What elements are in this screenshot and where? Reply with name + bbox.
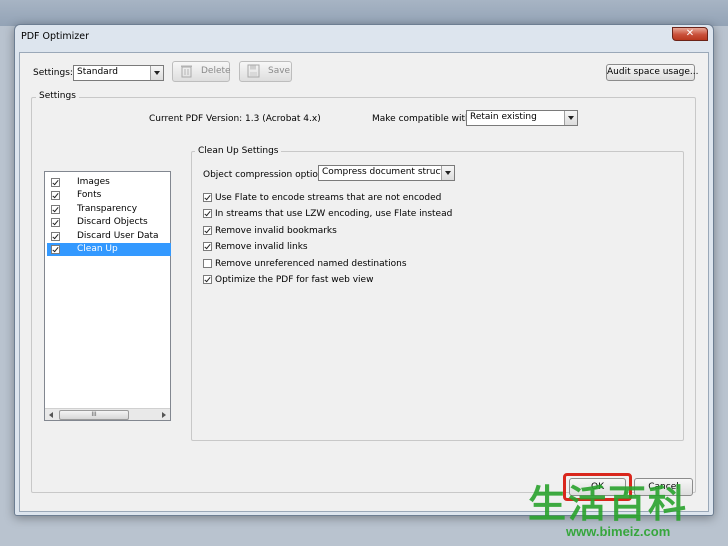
clean-up-checkbox[interactable] [51, 245, 60, 254]
settings-preset-value: Standard [77, 67, 118, 77]
dialog-client-area: Settings: Standard Delete Save Audit spa… [19, 52, 709, 512]
compat-value: Retain existing [470, 112, 537, 122]
scroll-thumb[interactable]: III [59, 410, 129, 420]
scroll-right-icon[interactable] [158, 410, 169, 420]
use-flate-checkbox[interactable] [203, 193, 212, 202]
settings-preset-select[interactable]: Standard [73, 65, 164, 81]
remove-invalid-links-checkbox[interactable] [203, 242, 212, 251]
delete-label: Delete [201, 66, 231, 76]
compat-select[interactable]: Retain existing [466, 110, 578, 126]
list-item-label: Clean Up [77, 244, 118, 254]
settings-label: Settings: [33, 68, 73, 78]
list-item-discard-objects[interactable]: Discard Objects [47, 216, 171, 229]
scroll-left-icon[interactable] [46, 410, 57, 420]
fast-web-view-checkbox[interactable] [203, 275, 212, 284]
current-pdf-version: Current PDF Version: 1.3 (Acrobat 4.x) [149, 114, 321, 124]
pdf-optimizer-dialog: PDF Optimizer ✕ Settings: Standard Delet… [14, 24, 714, 516]
option-label: Remove invalid links [215, 242, 308, 252]
compression-value: Compress document structure [322, 167, 455, 177]
compat-label: Make compatible with: [372, 114, 474, 124]
option-label: Use Flate to encode streams that are not… [215, 193, 442, 203]
watermark-url: www.bimeiz.com [566, 524, 671, 539]
option-remove-invalid-bookmarks[interactable]: Remove invalid bookmarks [203, 225, 337, 237]
chevron-down-icon [564, 111, 577, 125]
transparency-checkbox[interactable] [51, 205, 60, 214]
option-label: In streams that use LZW encoding, use Fl… [215, 209, 453, 219]
clean-up-settings-caption: Clean Up Settings [195, 146, 282, 156]
watermark-logo-text: 生活百科 [528, 482, 689, 526]
close-icon: ✕ [685, 28, 695, 39]
remove-unreferenced-destinations-checkbox[interactable] [203, 259, 212, 268]
discard-objects-checkbox[interactable] [51, 218, 60, 227]
list-item-label: Discard Objects [77, 217, 148, 227]
discard-user-data-checkbox[interactable] [51, 232, 60, 241]
lzw-to-flate-checkbox[interactable] [203, 209, 212, 218]
images-checkbox[interactable] [51, 178, 60, 187]
list-item-transparency[interactable]: Transparency [47, 203, 171, 216]
list-item-clean-up[interactable]: Clean Up [47, 243, 171, 256]
chevron-down-icon [150, 66, 163, 80]
floppy-disk-icon [247, 64, 260, 78]
option-label: Optimize the PDF for fast web view [215, 275, 374, 285]
list-item-label: Fonts [77, 190, 102, 200]
audit-space-usage-button[interactable]: Audit space usage... [606, 64, 698, 81]
chevron-down-icon [441, 166, 454, 180]
list-item-fonts[interactable]: Fonts [47, 189, 171, 202]
fonts-checkbox[interactable] [51, 191, 60, 200]
category-list: Images Fonts Transparency Discard Object… [44, 171, 171, 421]
background-app-strip [0, 0, 728, 26]
list-item-label: Transparency [77, 204, 138, 214]
list-item-discard-user-data[interactable]: Discard User Data [47, 230, 171, 243]
option-lzw-to-flate[interactable]: In streams that use LZW encoding, use Fl… [203, 208, 452, 220]
option-remove-unreferenced-destinations[interactable]: Remove unreferenced named destinations [203, 258, 407, 270]
compression-label: Object compression options: [203, 170, 332, 180]
option-fast-web-view[interactable]: Optimize the PDF for fast web view [203, 274, 373, 286]
save-label: Save [268, 66, 291, 76]
option-label: Remove invalid bookmarks [215, 226, 337, 236]
remove-invalid-bookmarks-checkbox[interactable] [203, 226, 212, 235]
horizontal-scrollbar[interactable]: III [45, 408, 170, 420]
dialog-title: PDF Optimizer [21, 31, 90, 42]
list-item-label: Images [77, 177, 110, 187]
trash-icon [181, 65, 192, 78]
list-item-label: Discard User Data [77, 231, 159, 241]
close-button[interactable]: ✕ [672, 27, 708, 41]
option-remove-invalid-links[interactable]: Remove invalid links [203, 241, 308, 253]
list-item-images[interactable]: Images [47, 176, 171, 189]
compression-select[interactable]: Compress document structure [318, 165, 455, 181]
delete-button[interactable]: Delete [172, 61, 231, 82]
save-button[interactable]: Save [239, 61, 292, 82]
option-use-flate[interactable]: Use Flate to encode streams that are not… [203, 192, 441, 204]
option-label: Remove unreferenced named destinations [215, 259, 407, 269]
settings-group-caption: Settings [36, 91, 79, 101]
